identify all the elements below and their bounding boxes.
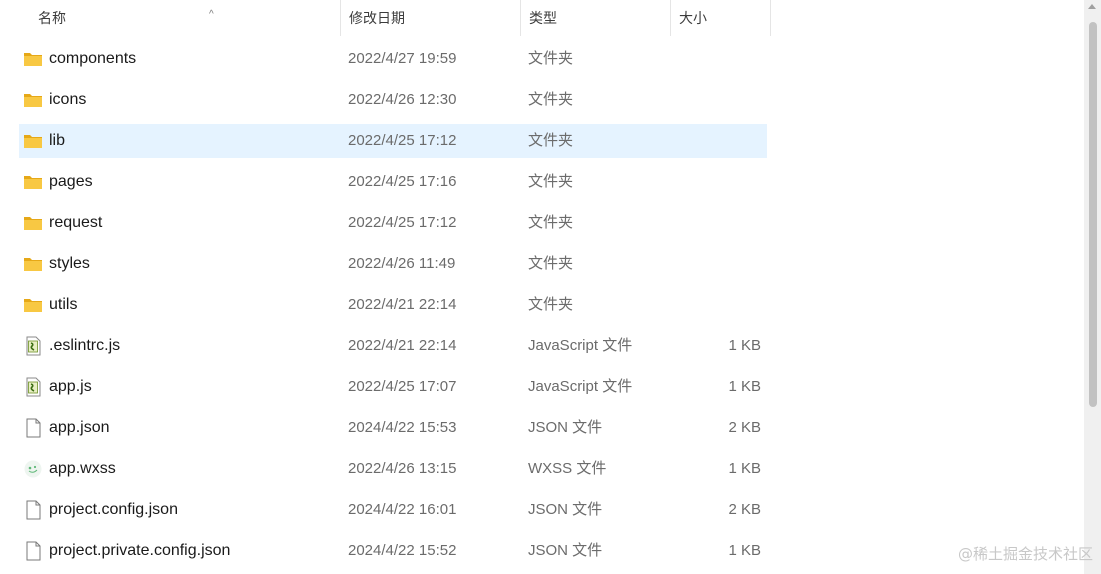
folder-icon [23, 131, 43, 151]
javascript-file-icon [23, 377, 43, 397]
column-header-modified-label: 修改日期 [349, 10, 405, 26]
file-row[interactable]: .eslintrc.js 2022/4/21 22:14 JavaScript 文件… [19, 329, 767, 363]
file-type: 文件夹 [528, 173, 574, 190]
file-row[interactable]: app.json 2024/4/22 15:53 JSON 文件 2 KB [19, 411, 767, 445]
watermark: @稀土掘金技术社区 [957, 545, 1093, 563]
file-name: icons [49, 91, 87, 108]
folder-icon [23, 49, 43, 69]
file-type: 文件夹 [528, 255, 574, 272]
javascript-file-icon [23, 336, 43, 356]
file-size: 2 KB [728, 501, 761, 518]
file-size: 1 KB [728, 460, 761, 477]
column-header-name[interactable]: 名称 ^ [30, 0, 341, 36]
file-name: request [49, 214, 103, 231]
file-modified-date: 2024/4/22 16:01 [348, 501, 457, 518]
file-modified-date: 2022/4/25 17:07 [348, 378, 457, 395]
file-modified-date: 2024/4/22 15:53 [348, 419, 457, 436]
file-modified-date: 2022/4/25 17:16 [348, 173, 457, 190]
file-modified-date: 2022/4/21 22:14 [348, 296, 457, 313]
column-header-size-label: 大小 [679, 10, 707, 26]
column-header-type[interactable]: 类型 [521, 0, 671, 36]
file-type: 文件夹 [528, 214, 574, 231]
file-type: 文件夹 [528, 50, 574, 67]
column-header-bar: 名称 ^ 修改日期 类型 大小 [0, 0, 1084, 36]
file-modified-date: 2022/4/26 13:15 [348, 460, 457, 477]
file-type: JavaScript 文件 [528, 378, 633, 395]
file-row[interactable]: request 2022/4/25 17:12 文件夹 [19, 206, 767, 240]
folder-icon [23, 295, 43, 315]
file-name: components [49, 50, 137, 67]
sort-ascending-icon: ^ [209, 9, 214, 20]
file-name: .eslintrc.js [49, 337, 121, 354]
file-size: 1 KB [728, 337, 761, 354]
file-type: 文件夹 [528, 132, 574, 149]
file-modified-date: 2022/4/27 19:59 [348, 50, 457, 67]
file-modified-date: 2022/4/25 17:12 [348, 214, 457, 231]
scrollbar-thumb[interactable] [1089, 22, 1097, 407]
file-row[interactable]: pages 2022/4/25 17:16 文件夹 [19, 165, 767, 199]
file-type: 文件夹 [528, 296, 574, 313]
blank-file-icon [23, 500, 43, 520]
file-row[interactable]: project.config.json 2024/4/22 16:01 JSON 文… [19, 493, 767, 527]
file-modified-date: 2022/4/21 22:14 [348, 337, 457, 354]
folder-icon [23, 254, 43, 274]
file-modified-date: 2022/4/26 11:49 [348, 255, 456, 272]
vertical-scrollbar[interactable] [1084, 0, 1101, 574]
file-row[interactable]: lib 2022/4/25 17:12 文件夹 [19, 124, 767, 158]
file-name: lib [49, 132, 66, 149]
file-size: 1 KB [728, 542, 761, 559]
file-name: app.wxss [49, 460, 116, 477]
file-size: 1 KB [728, 378, 761, 395]
column-header-size[interactable]: 大小 [671, 0, 771, 36]
file-row[interactable]: app.js 2022/4/25 17:07 JavaScript 文件 1 KB [19, 370, 767, 404]
file-row[interactable]: utils 2022/4/21 22:14 文件夹 [19, 288, 767, 322]
scroll-up-arrow-icon[interactable] [1088, 4, 1096, 9]
file-row[interactable]: project.private.config.json 2024/4/22 15:… [19, 534, 767, 568]
file-modified-date: 2022/4/26 12:30 [348, 91, 457, 108]
file-type: 文件夹 [528, 91, 574, 108]
file-name: app.js [49, 378, 92, 395]
file-name: utils [49, 296, 78, 313]
blank-file-icon [23, 541, 43, 561]
file-name: styles [49, 255, 90, 272]
file-modified-date: 2024/4/22 15:52 [348, 542, 457, 559]
blank-file-icon [23, 418, 43, 438]
column-header-modified[interactable]: 修改日期 [341, 0, 521, 36]
folder-icon [23, 213, 43, 233]
file-row[interactable]: components 2022/4/27 19:59 文件夹 [19, 42, 767, 76]
wxss-file-icon [23, 459, 43, 479]
file-type: JSON 文件 [528, 501, 603, 518]
file-name: app.json [49, 419, 110, 436]
file-row[interactable]: app.wxss 2022/4/26 13:15 WXSS 文件 1 KB [19, 452, 767, 486]
file-size: 2 KB [728, 419, 761, 436]
column-header-name-label: 名称 [38, 10, 66, 26]
file-type: WXSS 文件 [528, 460, 607, 477]
file-row[interactable]: styles 2022/4/26 11:49 文件夹 [19, 247, 767, 281]
file-row[interactable]: icons 2022/4/26 12:30 文件夹 [19, 83, 767, 117]
column-header-type-label: 类型 [529, 10, 557, 26]
file-type: JSON 文件 [528, 542, 603, 559]
file-modified-date: 2022/4/25 17:12 [348, 132, 457, 149]
file-name: project.config.json [49, 501, 178, 518]
file-name: project.private.config.json [49, 542, 231, 559]
folder-icon [23, 172, 43, 192]
file-type: JavaScript 文件 [528, 337, 633, 354]
folder-icon [23, 90, 43, 110]
file-name: pages [49, 173, 93, 190]
file-type: JSON 文件 [528, 419, 603, 436]
